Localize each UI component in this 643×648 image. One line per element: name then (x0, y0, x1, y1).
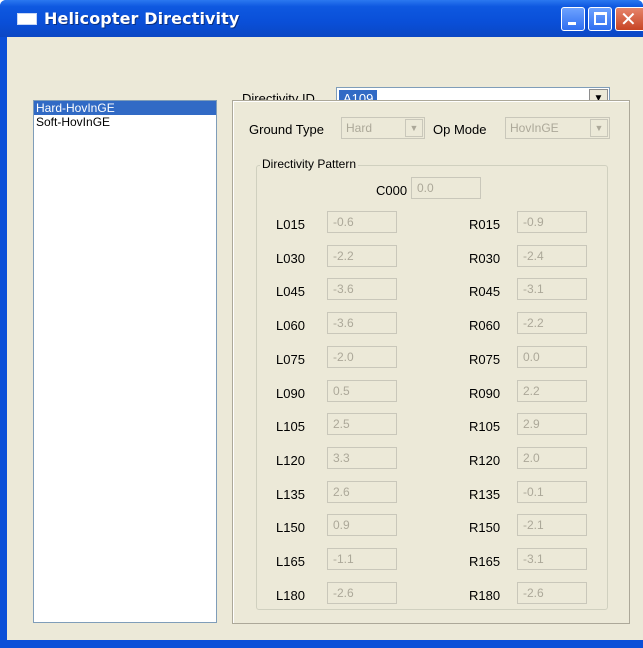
right-angle-field[interactable]: 0.0 (517, 346, 587, 368)
right-angle-field[interactable]: -0.1 (517, 481, 587, 503)
left-angle-field[interactable]: -1.1 (327, 548, 397, 570)
right-angle-label: R075 (469, 352, 501, 367)
left-angle-label: L015 (276, 217, 305, 232)
list-item[interactable]: Hard-HovInGE (34, 101, 216, 115)
maximize-icon (594, 12, 607, 25)
left-angle-field[interactable]: 0.9 (327, 514, 397, 536)
right-angle-value: -2.6 (523, 586, 544, 600)
left-angle-value: -3.6 (333, 282, 354, 296)
right-angle-value: -2.4 (523, 249, 544, 263)
right-angle-label: R030 (469, 251, 501, 266)
left-angle-field[interactable]: -2.0 (327, 346, 397, 368)
left-angle-value: -2.0 (333, 350, 354, 364)
right-angle-value: -2.2 (523, 316, 544, 330)
op-mode-label: Op Mode (433, 122, 487, 137)
right-angle-value: 2.2 (523, 384, 540, 398)
left-angle-label: L060 (276, 318, 305, 333)
right-angle-value: -3.1 (523, 552, 544, 566)
right-angle-value: 2.0 (523, 451, 540, 465)
right-angle-field[interactable]: -0.9 (517, 211, 587, 233)
right-angle-label: R150 (469, 520, 501, 535)
close-button[interactable]: ✕ (615, 7, 643, 31)
right-angle-value: -3.1 (523, 282, 544, 296)
left-angle-field[interactable]: -2.6 (327, 582, 397, 604)
left-angle-value: 0.9 (333, 518, 350, 532)
c000-label: C000 (376, 183, 408, 198)
c000-field[interactable]: 0.0 (411, 177, 481, 199)
left-angle-value: 2.6 (333, 485, 350, 499)
right-angle-value: 2.9 (523, 417, 540, 431)
left-angle-label: L165 (276, 554, 305, 569)
right-angle-field[interactable]: -3.1 (517, 278, 587, 300)
left-angle-field[interactable]: -2.2 (327, 245, 397, 267)
right-angle-label: R060 (469, 318, 501, 333)
ground-type-select[interactable]: Hard ▼ (341, 117, 425, 139)
right-angle-field[interactable]: -2.6 (517, 582, 587, 604)
window-title: Helicopter Directivity (44, 9, 240, 28)
right-angle-field[interactable]: 2.0 (517, 447, 587, 469)
left-angle-value: -2.2 (333, 249, 354, 263)
right-angle-value: 0.0 (523, 350, 540, 364)
window-icon (17, 13, 37, 25)
chevron-down-icon[interactable]: ▼ (590, 119, 608, 137)
right-angle-value: -0.1 (523, 485, 544, 499)
ground-type-value: Hard (346, 121, 373, 135)
left-angle-label: L045 (276, 284, 305, 299)
left-angle-label: L180 (276, 588, 305, 603)
left-angle-field[interactable]: -0.6 (327, 211, 397, 233)
directivity-pattern-title: Directivity Pattern (260, 157, 359, 171)
right-angle-label: R180 (469, 588, 501, 603)
close-icon: ✕ (620, 7, 637, 31)
left-angle-field[interactable]: 2.6 (327, 481, 397, 503)
minimize-button[interactable] (561, 7, 585, 31)
left-angle-field[interactable]: -3.6 (327, 312, 397, 334)
right-angle-field[interactable]: -2.1 (517, 514, 587, 536)
right-angle-field[interactable]: -2.4 (517, 245, 587, 267)
op-mode-select[interactable]: HovInGE ▼ (505, 117, 610, 139)
right-angle-label: R045 (469, 284, 501, 299)
window-bottom-border (7, 640, 643, 648)
minimize-icon (568, 22, 576, 25)
left-angle-field[interactable]: 3.3 (327, 447, 397, 469)
left-angle-label: L075 (276, 352, 305, 367)
left-angle-value: 2.5 (333, 417, 350, 431)
title-bar[interactable]: Helicopter Directivity ✕ (0, 0, 643, 37)
ground-type-label: Ground Type (249, 122, 324, 137)
left-angle-label: L120 (276, 453, 305, 468)
c000-value: 0.0 (417, 181, 434, 195)
left-angle-label: L105 (276, 419, 305, 434)
right-angle-label: R120 (469, 453, 501, 468)
right-angle-field[interactable]: -3.1 (517, 548, 587, 570)
right-angle-field[interactable]: 2.2 (517, 380, 587, 402)
left-angle-field[interactable]: 0.5 (327, 380, 397, 402)
left-angle-value: 0.5 (333, 384, 350, 398)
left-angle-field[interactable]: 2.5 (327, 413, 397, 435)
maximize-button[interactable] (588, 7, 612, 31)
right-angle-field[interactable]: -2.2 (517, 312, 587, 334)
mode-listbox[interactable]: Hard-HovInGE Soft-HovInGE (33, 100, 217, 623)
left-angle-label: L090 (276, 386, 305, 401)
right-angle-label: R105 (469, 419, 501, 434)
right-angle-label: R165 (469, 554, 501, 569)
left-angle-value: -2.6 (333, 586, 354, 600)
left-angle-label: L030 (276, 251, 305, 266)
chevron-down-icon[interactable]: ▼ (405, 119, 423, 137)
right-angle-value: -0.9 (523, 215, 544, 229)
right-angle-label: R090 (469, 386, 501, 401)
left-angle-value: -3.6 (333, 316, 354, 330)
right-angle-label: R135 (469, 487, 501, 502)
left-angle-value: -1.1 (333, 552, 354, 566)
right-angle-label: R015 (469, 217, 501, 232)
left-angle-field[interactable]: -3.6 (327, 278, 397, 300)
left-angle-value: -0.6 (333, 215, 354, 229)
op-mode-value: HovInGE (510, 121, 559, 135)
left-angle-label: L150 (276, 520, 305, 535)
right-angle-value: -2.1 (523, 518, 544, 532)
left-angle-label: L135 (276, 487, 305, 502)
right-angle-field[interactable]: 2.9 (517, 413, 587, 435)
left-angle-value: 3.3 (333, 451, 350, 465)
list-item[interactable]: Soft-HovInGE (34, 115, 216, 129)
